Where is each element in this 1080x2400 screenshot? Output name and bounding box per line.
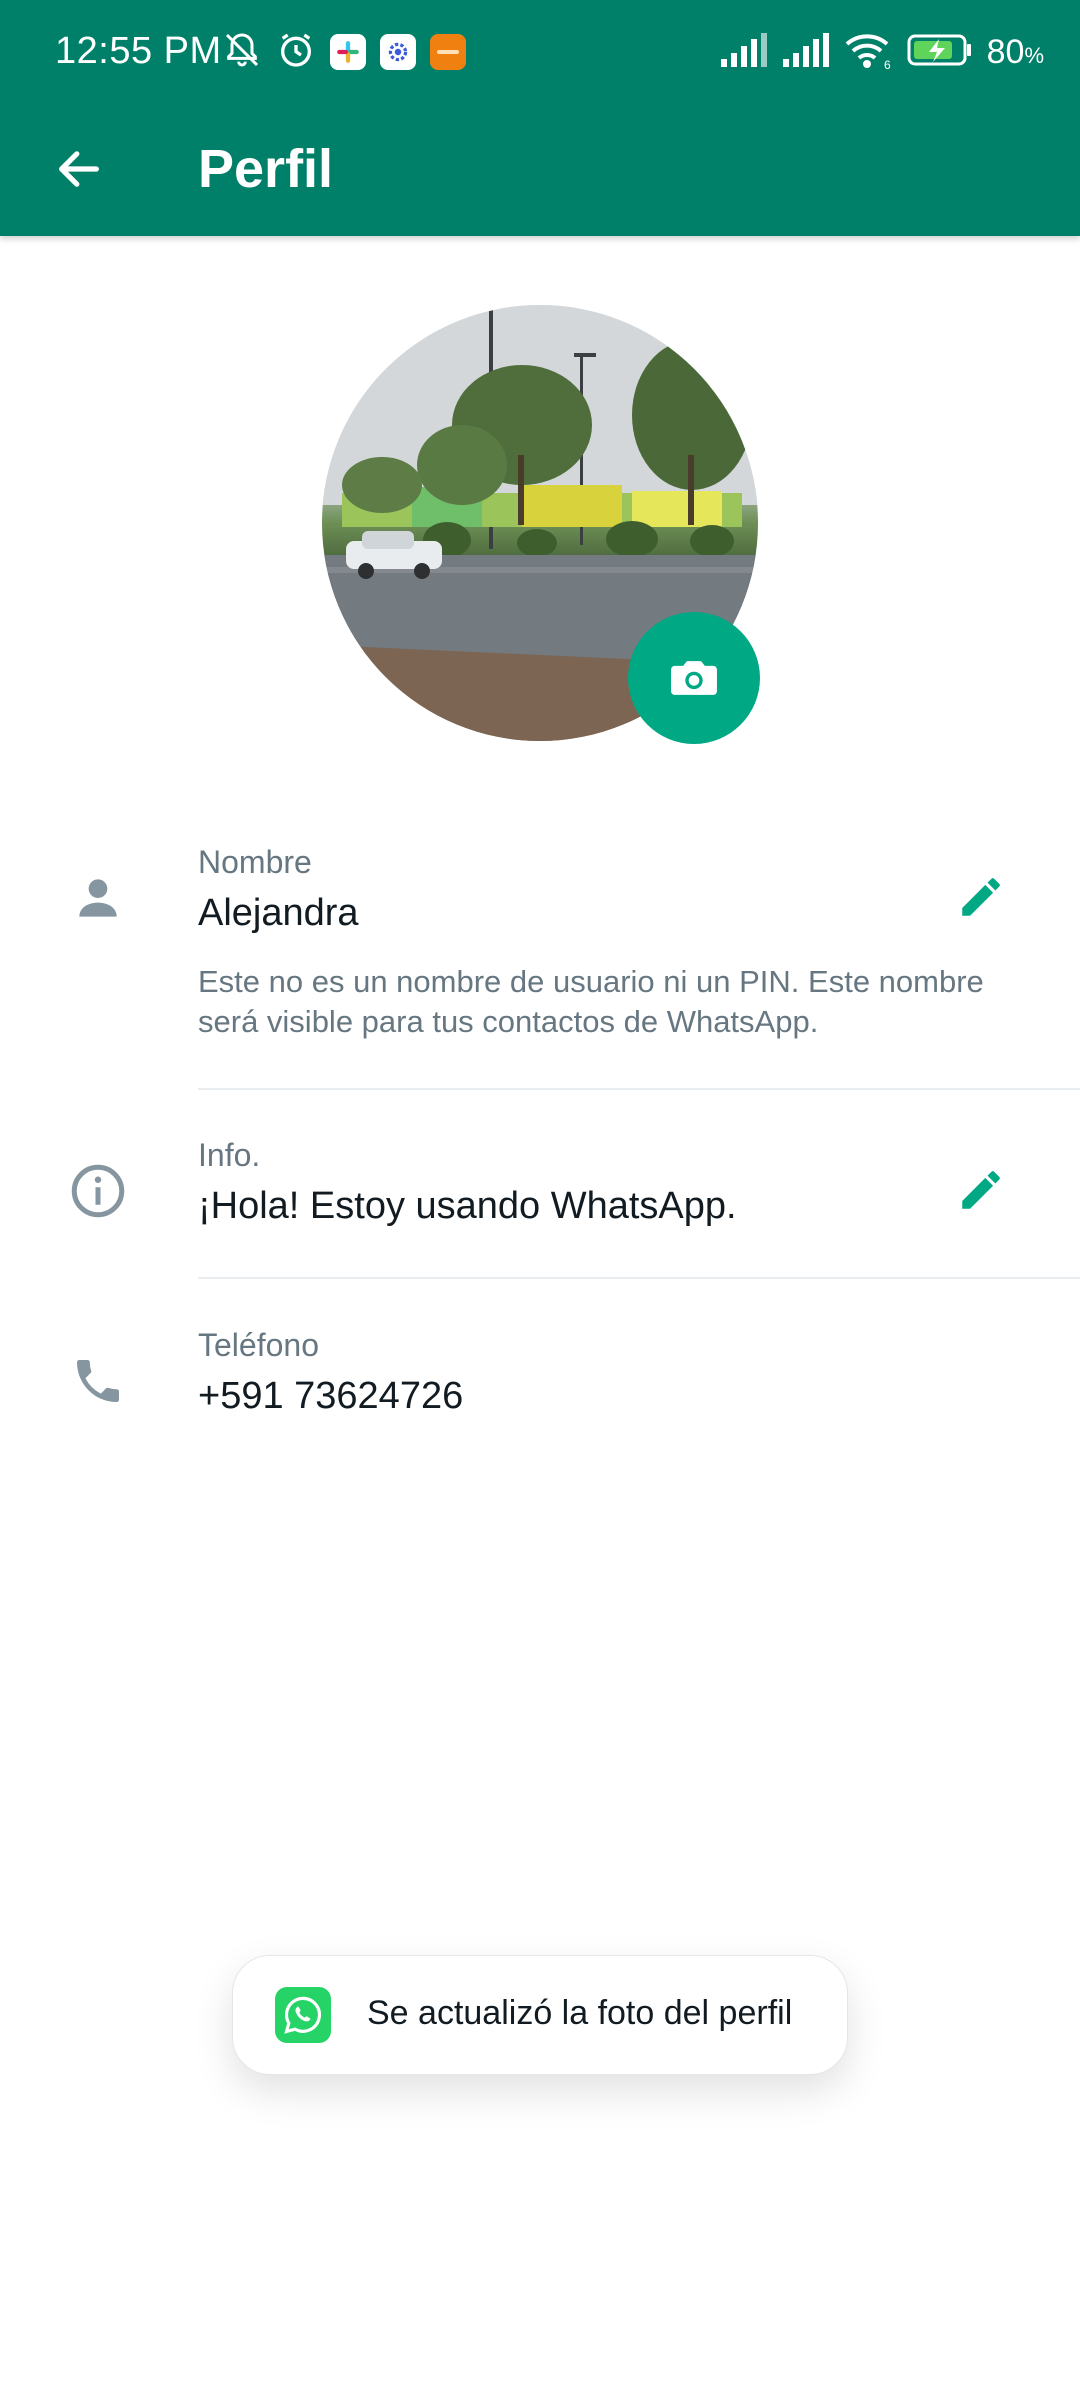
- toast-notification: Se actualizó la foto del perfil: [232, 1955, 848, 2075]
- whatsapp-icon: [275, 1987, 331, 2043]
- edit-about-button[interactable]: [946, 1155, 1016, 1225]
- status-time: 12:55 PM: [55, 30, 222, 72]
- phone-icon: [62, 1345, 134, 1417]
- toast-message: Se actualizó la foto del perfil: [367, 1994, 793, 2032]
- phone-row[interactable]: Teléfono +591 73624726: [0, 1315, 1080, 1465]
- settings-app-icon: [380, 34, 416, 70]
- battery-charging-icon: [907, 33, 973, 72]
- status-bar: 12:55 PM 6 80%: [0, 0, 1080, 104]
- back-button[interactable]: [44, 134, 114, 204]
- edit-name-button[interactable]: [946, 862, 1016, 932]
- svg-text:6: 6: [884, 58, 891, 70]
- wifi-6-icon: 6: [843, 30, 893, 75]
- person-icon: [62, 862, 134, 934]
- pencil-icon: [962, 878, 1000, 916]
- name-row[interactable]: Nombre Alejandra Este no es un nombre de…: [0, 830, 1080, 1080]
- about-value: ¡Hola! Estoy usando WhatsApp.: [198, 1185, 737, 1227]
- about-row[interactable]: Info. ¡Hola! Estoy usando WhatsApp.: [0, 1125, 1080, 1275]
- divider: [198, 1277, 1080, 1279]
- status-system-icons: 6 80%: [719, 30, 1044, 74]
- divider: [198, 1088, 1080, 1090]
- name-hint: Este no es un nombre de usuario ni un PI…: [198, 964, 984, 1039]
- status-notification-icons: [222, 30, 466, 74]
- battery-percentage: 80%: [987, 33, 1044, 72]
- profile-photo-container: [322, 305, 760, 744]
- phone-value: +591 73624726: [198, 1375, 464, 1417]
- pencil-icon: [962, 1171, 1000, 1209]
- name-label: Nombre: [198, 844, 312, 880]
- notifications-muted-icon: [222, 30, 262, 75]
- signal-2-icon: [781, 32, 829, 72]
- battery-percent-value: 80: [986, 32, 1025, 71]
- app-bar: Perfil: [0, 104, 1080, 236]
- slack-icon: [330, 34, 366, 70]
- battery-percent-unit: %: [1024, 42, 1044, 68]
- name-value: Alejandra: [198, 892, 359, 934]
- signal-1-icon: [719, 32, 767, 72]
- orange-app-icon: [430, 34, 466, 70]
- top-bar: 12:55 PM 6 80% Perfil: [0, 0, 1080, 236]
- phone-label: Teléfono: [198, 1327, 319, 1363]
- about-label: Info.: [198, 1137, 261, 1173]
- change-photo-button[interactable]: [628, 612, 760, 744]
- info-icon: [62, 1155, 134, 1227]
- camera-icon: [671, 661, 717, 695]
- alarm-icon: [276, 30, 316, 75]
- arrow-back-icon: [59, 151, 99, 187]
- page-title: Perfil: [198, 139, 334, 199]
